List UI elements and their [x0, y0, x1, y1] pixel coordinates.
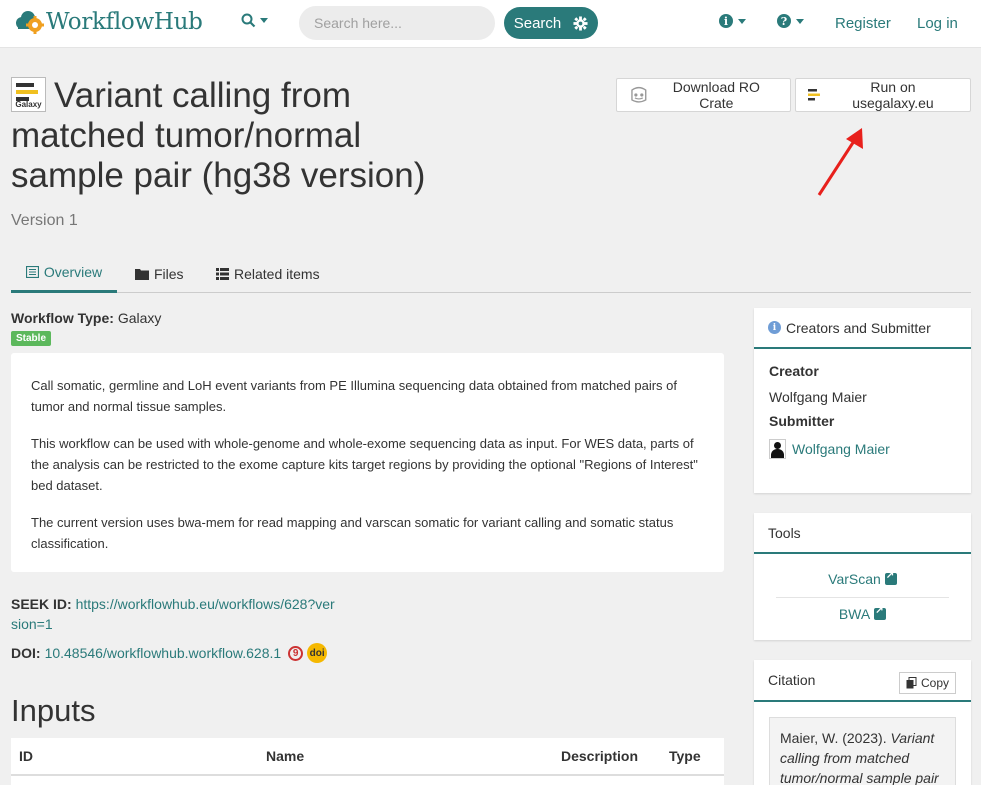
chevron-down-icon [260, 18, 268, 23]
tools-panel: Tools VarScan BWA [754, 513, 971, 640]
external-link-icon [884, 570, 897, 585]
description-paragraph: Call somatic, germline and LoH event var… [31, 378, 677, 414]
info-icon: i [719, 14, 733, 28]
help-icon: ? [777, 14, 791, 28]
submitter-label: Submitter [769, 413, 835, 429]
seek-id: SEEK ID: https://workflowhub.eu/workflow… [11, 594, 341, 634]
tab-overview[interactable]: Overview [11, 254, 117, 293]
run-on-galaxy-button[interactable]: Run on usegalaxy.eu [795, 78, 971, 112]
column-header-id: ID [19, 748, 33, 764]
copy-citation-button[interactable]: Copy [898, 672, 956, 694]
tool-name: VarScan [828, 571, 881, 587]
description-paragraph: This workflow can be used with whole-gen… [31, 436, 698, 493]
download-ro-crate-label: Download RO Crate [672, 79, 760, 111]
chevron-down-icon [738, 18, 746, 24]
table-header-divider [11, 774, 724, 776]
red-arrow-annotation [817, 128, 863, 196]
brand-logo[interactable]: WorkflowHub [14, 8, 203, 36]
doi-badge-icon[interactable]: doi [307, 643, 328, 663]
info-icon: i [768, 321, 781, 334]
creator-label: Creator [769, 363, 819, 379]
login-link[interactable]: Log in [917, 15, 958, 32]
divider [776, 597, 949, 598]
inputs-table: ID Name Description Type [11, 738, 724, 785]
search-type-dropdown[interactable] [241, 13, 268, 28]
search-input[interactable] [299, 6, 495, 40]
tool-link-varscan[interactable]: VarScan [776, 570, 949, 587]
search-button[interactable]: Search [504, 7, 598, 39]
copy-label: Copy [920, 676, 949, 690]
ro-crate-icon [631, 86, 647, 103]
creators-panel: i Creators and Submitter Creator Wolfgan… [754, 308, 971, 493]
copy-icon [906, 677, 917, 689]
submitter-link[interactable]: Wolfgang Maier [792, 441, 890, 457]
chevron-down-icon [796, 18, 804, 24]
list-alt-icon [25, 266, 39, 278]
description-box: Call somatic, germline and LoH event var… [11, 353, 724, 572]
brand-name: WorkflowHub [46, 9, 203, 35]
page-title: Variant calling from matched tumor/norma… [11, 76, 426, 195]
citation-panel-title: Citation [768, 672, 816, 688]
external-link-icon [874, 605, 887, 620]
tool-name: BWA [838, 606, 871, 622]
description-paragraph: The current version uses bwa-mem for rea… [31, 515, 674, 551]
tab-files[interactable]: Files [135, 254, 184, 293]
inputs-heading: Inputs [11, 693, 96, 728]
tab-files-label: Files [154, 265, 184, 282]
tab-related-items-label: Related items [234, 265, 320, 282]
folder-icon [135, 268, 149, 280]
tab-overview-label: Overview [43, 264, 103, 280]
galaxy-icon [808, 89, 820, 101]
run-on-galaxy-label: Run on usegalaxy.eu [852, 79, 934, 111]
tool-link-bwa[interactable]: BWA [776, 605, 949, 622]
seek-id-label: SEEK ID: [11, 596, 72, 612]
tab-related-items[interactable]: Related items [216, 254, 320, 293]
workflow-type-label: Workflow Type: [11, 310, 114, 326]
search-icon [241, 13, 256, 28]
citation-icon: 9 [288, 645, 304, 661]
tools-panel-title: Tools [768, 524, 801, 541]
help-dropdown[interactable]: ? [777, 14, 804, 28]
version-label: Version 1 [11, 212, 78, 229]
column-header-type: Type [669, 748, 701, 764]
doi-label: DOI: [11, 645, 41, 661]
status-badge: Stable [11, 331, 52, 346]
register-link[interactable]: Register [835, 15, 891, 32]
creators-panel-title: Creators and Submitter [786, 319, 931, 336]
creator-name: Wolfgang Maier [769, 389, 867, 405]
citation-author: Maier, W. (2023). [780, 730, 891, 746]
creators-panel-header: i Creators and Submitter [754, 308, 971, 349]
gear-icon [573, 15, 588, 31]
column-header-description: Description [561, 748, 639, 764]
workflow-type-value: Galaxy [117, 310, 162, 326]
search-button-label: Search [513, 14, 562, 32]
column-header-name: Name [266, 748, 305, 764]
tools-panel-header: Tools [754, 513, 971, 554]
tab-bar: Overview Files Related items [11, 254, 971, 293]
doi: DOI: 10.48546/workflowhub.workflow.628.1… [11, 643, 328, 663]
th-list-icon [216, 267, 229, 280]
info-dropdown[interactable]: i [719, 14, 746, 28]
top-navbar: WorkflowHub Search i ? [0, 0, 981, 48]
doi-link[interactable]: 10.48546/workflowhub.workflow.628.1 [45, 645, 282, 661]
workflow-type: Workflow Type: Galaxy [11, 310, 161, 326]
avatar[interactable] [769, 439, 786, 459]
citation-panel: Citation Copy Maier, W. (2023). Variant … [754, 660, 971, 785]
download-ro-crate-button[interactable]: Download RO Crate [616, 78, 791, 112]
citation-text: Maier, W. (2023). Variant calling from m… [769, 717, 956, 785]
workflowhub-logo-icon [16, 11, 44, 34]
